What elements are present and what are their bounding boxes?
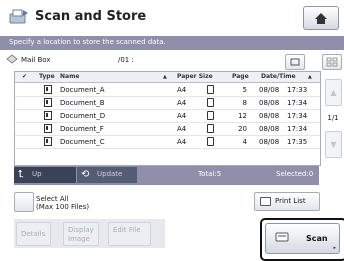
display-image-label-2: Image	[68, 235, 90, 243]
scroll-up-button[interactable]: ▲	[325, 79, 342, 106]
file-date: 08/08	[259, 112, 280, 120]
file-date: 08/08	[259, 125, 280, 133]
file-list: ✔ Type Name ▲ Paper Size Page Date/Time …	[14, 71, 321, 166]
file-name: Document_F	[60, 125, 104, 133]
page-count: 12	[238, 112, 247, 120]
document-icon	[44, 124, 52, 133]
document-icon	[44, 137, 52, 146]
corner-arrow-icon: ▸	[333, 245, 336, 251]
column-name[interactable]: Name	[60, 73, 79, 80]
table-header: ✔ Type Name ▲ Paper Size Page Date/Time …	[15, 72, 320, 83]
paper-size: A4	[177, 86, 187, 94]
table-row[interactable]: Document_C A4 4 08/08 17:35	[15, 135, 320, 149]
file-name: Document_D	[60, 112, 106, 120]
column-paper-size[interactable]: Paper Size	[177, 73, 213, 80]
update-button[interactable]: ⟲ Update	[77, 167, 137, 183]
navigation-bar: ⮤ Up ⟲ Update Total:5 Selected:0	[14, 166, 319, 185]
page-count: 8	[242, 99, 247, 107]
paper-orientation-icon	[207, 98, 214, 107]
thumbnail-view-button[interactable]	[322, 54, 342, 70]
paper-size: A4	[177, 112, 187, 120]
display-image-label-1: Display	[68, 226, 94, 234]
file-name: Document_B	[60, 99, 105, 107]
scroll-up-icon: ▲	[330, 88, 337, 97]
scroll-down-button[interactable]: ▼	[325, 131, 342, 158]
title-bar: Scan and Store	[0, 0, 344, 36]
up-button[interactable]: ⮤ Up	[14, 167, 76, 183]
location-name: Mail Box	[21, 56, 51, 64]
select-all-button[interactable]: Select All (Max 100 Files)	[14, 190, 152, 212]
instruction-text: Specify a location to store the scanned …	[9, 38, 166, 46]
paper-orientation-icon	[207, 124, 214, 133]
paper-orientation-icon	[207, 85, 214, 94]
edit-file-button[interactable]: Edit File	[108, 222, 151, 246]
paper-size: A4	[177, 138, 187, 146]
selected-count: Selected:0	[276, 170, 314, 178]
select-all-limit: (Max 100 Files)	[36, 203, 90, 211]
scan-label: Scan	[306, 234, 328, 243]
page-title: Scan and Store	[35, 9, 147, 24]
paper-size: A4	[177, 99, 187, 107]
up-label: Up	[32, 170, 42, 178]
file-date: 08/08	[259, 99, 280, 107]
file-time: 17:35	[287, 138, 308, 146]
instruction-bar: Specify a location to store the scanned …	[0, 36, 344, 50]
print-icon	[260, 197, 271, 206]
page-count: 20	[238, 125, 247, 133]
select-all-checkbox[interactable]	[14, 192, 34, 212]
thumbnail-view-icon	[326, 57, 338, 67]
page-count: 5	[242, 86, 247, 94]
display-image-button[interactable]: Display Image	[63, 222, 99, 246]
select-all-label: Select All	[36, 195, 69, 203]
sort-arrow-name-icon[interactable]: ▲	[163, 74, 167, 80]
file-time: 17:34	[287, 125, 308, 133]
table-row[interactable]: Document_D A4 12 08/08 17:34	[15, 109, 320, 123]
file-time: 17:33	[287, 86, 308, 94]
update-label: Update	[97, 170, 123, 178]
details-button[interactable]: Details	[16, 222, 51, 246]
column-datetime[interactable]: Date/Time	[261, 73, 296, 80]
scroll-down-icon: ▼	[330, 140, 337, 149]
document-icon	[44, 98, 52, 107]
print-list-button[interactable]: Print List	[254, 192, 320, 211]
mail-box-icon	[6, 54, 18, 64]
edit-file-label: Edit File	[113, 226, 141, 234]
scan-icon	[275, 232, 289, 242]
document-icon	[44, 111, 52, 120]
paper-orientation-icon	[207, 111, 214, 120]
scan-and-store-icon	[9, 9, 28, 24]
file-date: 08/08	[259, 138, 280, 146]
page-indicator: 1/1	[327, 114, 339, 122]
total-count: Total:5	[198, 170, 222, 178]
column-type[interactable]: Type	[39, 73, 55, 80]
location-path: /01 :	[118, 56, 134, 64]
page-scroller: ▲ 1/1 ▼	[323, 71, 343, 164]
document-icon	[44, 85, 52, 94]
location-bar: Mail Box /01 :	[0, 50, 320, 70]
list-view-icon	[290, 58, 300, 66]
scan-button[interactable]: Scan ▸	[265, 223, 340, 254]
home-icon	[315, 13, 327, 24]
table-row[interactable]: Document_A A4 5 08/08 17:33	[15, 83, 320, 97]
home-button[interactable]	[303, 6, 339, 30]
paper-size: A4	[177, 125, 187, 133]
sort-arrow-date-icon[interactable]: ▲	[308, 74, 312, 80]
print-list-label: Print List	[275, 197, 306, 205]
file-time: 17:34	[287, 99, 308, 107]
details-label: Details	[21, 230, 46, 238]
file-name: Document_C	[60, 138, 105, 146]
page-count: 4	[242, 138, 247, 146]
table-row[interactable]: Document_B A4 8 08/08 17:34	[15, 96, 320, 110]
file-date: 08/08	[259, 86, 280, 94]
paper-orientation-icon	[207, 137, 214, 146]
file-time: 17:34	[287, 112, 308, 120]
list-view-button[interactable]	[285, 54, 305, 70]
up-arrow-icon: ⮤	[18, 169, 24, 180]
table-row[interactable]: Document_F A4 20 08/08 17:34	[15, 122, 320, 136]
column-page[interactable]: Page	[232, 73, 249, 80]
column-check[interactable]: ✔	[22, 73, 27, 80]
refresh-icon: ⟲	[81, 169, 90, 180]
scan-button-frame: Scan ▸	[260, 218, 344, 261]
file-name: Document_A	[60, 86, 105, 94]
